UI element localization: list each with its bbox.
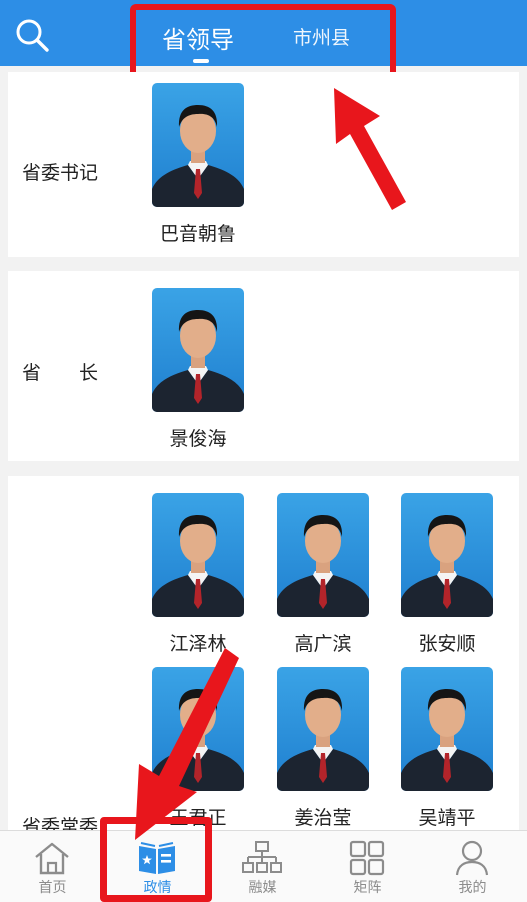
leader-name: 巴音朝鲁 (159, 223, 236, 245)
person-silhouette (277, 515, 369, 617)
leader-photo (152, 667, 244, 791)
home-icon (35, 842, 69, 875)
nav-profile[interactable]: 我的 (420, 831, 525, 902)
person-silhouette (152, 310, 244, 412)
leader-card[interactable]: 姜治莹 (277, 667, 369, 830)
nav-label: 我的 (458, 880, 487, 896)
nav-media[interactable]: 融媒 (210, 831, 315, 902)
section-party-secretary: 省委书记 巴音朝鲁 (8, 72, 519, 257)
person-silhouette (401, 689, 493, 791)
leader-name: 姜治莹 (294, 807, 352, 829)
role-label: 省 长 (22, 362, 99, 384)
leader-photo (277, 493, 369, 617)
leader-card[interactable]: 吴靖平 (401, 667, 493, 830)
person-silhouette (277, 689, 369, 791)
nav-label: 矩阵 (353, 880, 382, 896)
person-silhouette (401, 515, 493, 617)
leader-card[interactable]: 景俊海 (152, 288, 244, 451)
leader-name: 高广滨 (294, 633, 352, 655)
person-silhouette (152, 689, 244, 791)
nav-annotation-box (100, 817, 212, 902)
leader-name: 张安顺 (418, 633, 476, 655)
role-label: 省委常委 (22, 816, 99, 830)
app-root: 省领导 市州县 省委书记 巴音朝鲁 省 长 景俊海 省委常委 江泽林 高广滨 张… (0, 0, 527, 902)
leader-photo (152, 493, 244, 617)
search-icon (16, 19, 49, 52)
leader-photo (401, 667, 493, 791)
leader-photo (401, 493, 493, 617)
section-standing-committee: 省委常委 江泽林 高广滨 张安顺 王君正 姜治莹 吴靖平 (8, 476, 519, 830)
leader-photo (152, 288, 244, 412)
leader-name: 景俊海 (169, 428, 227, 450)
role-label: 省委书记 (22, 162, 99, 184)
leader-card[interactable]: 江泽林 (152, 493, 244, 656)
search-button[interactable] (14, 17, 50, 53)
leader-card[interactable]: 王君正 (152, 667, 244, 830)
person-silhouette (152, 105, 244, 207)
nav-label: 首页 (38, 880, 67, 896)
nav-home[interactable]: 首页 (0, 831, 105, 902)
section-governor: 省 长 景俊海 (8, 271, 519, 461)
grid-icon (349, 840, 385, 876)
nav-label: 融媒 (248, 880, 277, 896)
nav-matrix[interactable]: 矩阵 (315, 831, 420, 902)
person-silhouette (152, 515, 244, 617)
leader-name: 江泽林 (169, 633, 227, 655)
leader-card[interactable]: 张安顺 (401, 493, 493, 656)
leaders-list[interactable]: 省委书记 巴音朝鲁 省 长 景俊海 省委常委 江泽林 高广滨 张安顺 王君正 姜… (0, 66, 527, 830)
leader-card[interactable]: 巴音朝鲁 (152, 83, 244, 246)
leader-card[interactable]: 高广滨 (277, 493, 369, 656)
leader-photo (152, 83, 244, 207)
leader-name: 吴靖平 (418, 807, 476, 829)
user-icon (455, 840, 489, 876)
bottom-navigation: 首页 政情 融媒 矩阵 我的 (0, 830, 527, 902)
leader-photo (277, 667, 369, 791)
org-chart-icon (242, 841, 282, 873)
